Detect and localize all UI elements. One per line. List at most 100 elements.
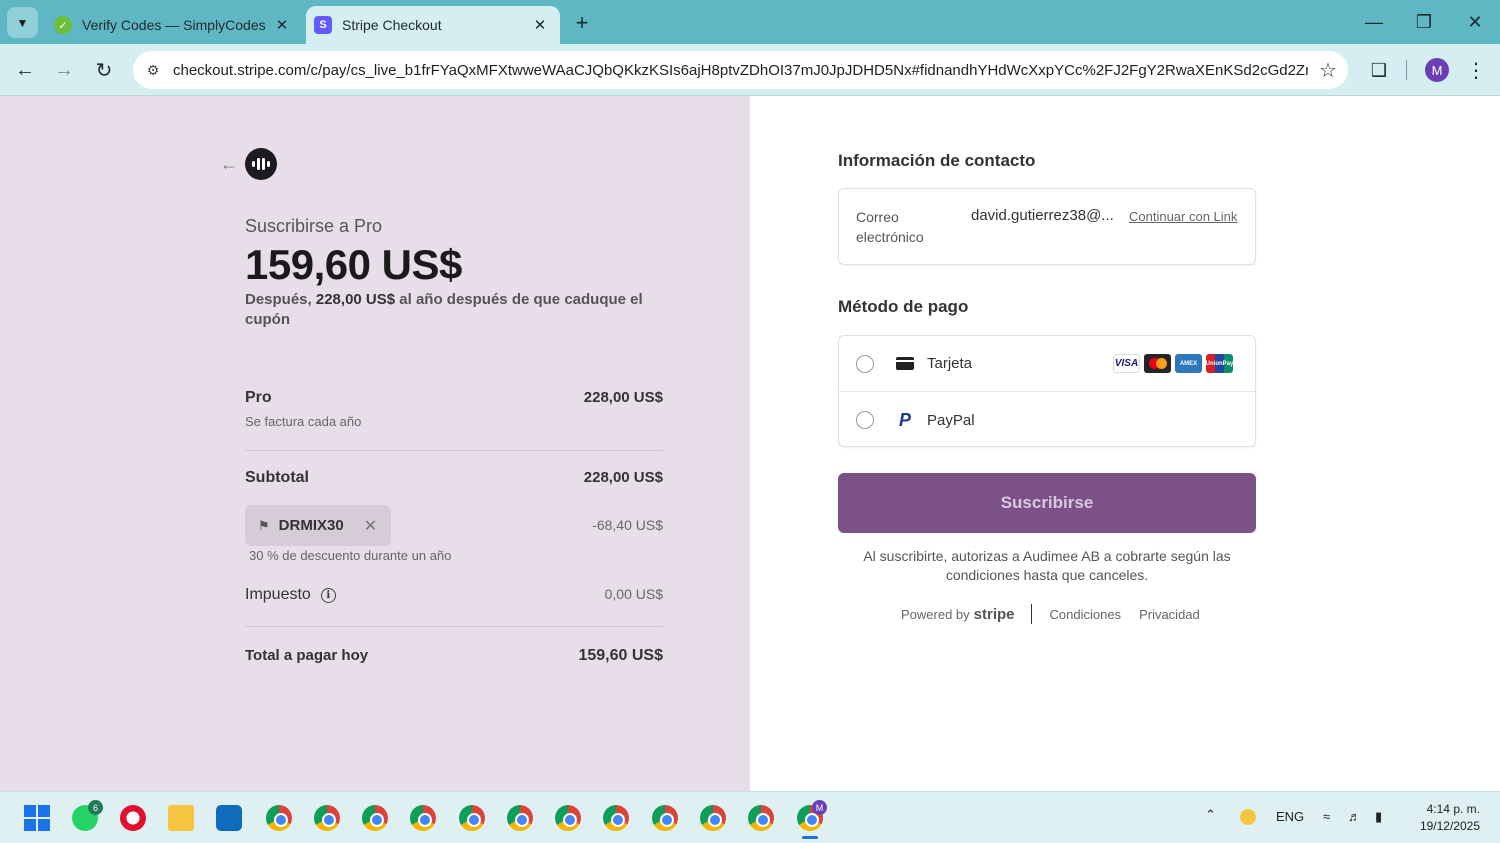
mastercard-logo-icon xyxy=(1144,354,1171,373)
extensions-icon[interactable]: ❑ xyxy=(1366,56,1392,84)
tray-chevron-up-icon[interactable]: ⌃ xyxy=(1205,807,1216,823)
coupon-description: 30 % de descuento durante un año xyxy=(249,548,452,563)
outlook-icon[interactable] xyxy=(216,805,242,831)
price-after-coupon: Después, 228,00 US$ al año después de qu… xyxy=(245,290,645,330)
menu-kebab-icon[interactable]: ⋮ xyxy=(1464,56,1488,84)
battery-icon[interactable]: ▮ xyxy=(1375,809,1382,825)
coupon-description-row: 30 % de descuento durante un año xyxy=(249,548,667,563)
chrome-profile-icon[interactable] xyxy=(748,805,774,831)
tab-strip: ▼ ✓ Verify Codes — SimplyCodes ✕ S Strip… xyxy=(0,0,1500,44)
today-price: 159,60 US$ xyxy=(245,241,462,288)
restore-button[interactable]: ❐ xyxy=(1409,8,1439,36)
powered-by-label: Powered by xyxy=(901,606,970,622)
tax-label-wrap: Impuesto i xyxy=(245,586,336,604)
payment-option-card[interactable]: Tarjeta VISA AMEX UnionPay xyxy=(839,336,1255,392)
total-row: Total a pagar hoy 159,60 US$ xyxy=(245,647,663,665)
line-item-billing-row: Se factura cada año xyxy=(245,414,663,429)
back-button[interactable]: ← xyxy=(11,56,39,84)
tab-stripe-checkout[interactable]: S Stripe Checkout ✕ xyxy=(306,6,560,44)
info-icon[interactable]: i xyxy=(320,588,336,603)
tab-search-button[interactable]: ▼ xyxy=(7,7,38,38)
merchant-logo-icon xyxy=(245,148,277,180)
card-icon xyxy=(895,357,915,370)
back-arrow-icon[interactable]: ← xyxy=(220,154,238,175)
chrome-profile-icon[interactable] xyxy=(700,805,726,831)
bookmark-star-icon[interactable]: ☆ xyxy=(1308,58,1348,83)
payment-option-paypal[interactable]: P PayPal xyxy=(839,392,1255,448)
billing-frequency: Se factura cada año xyxy=(245,414,362,429)
subscribe-button[interactable]: Suscribirse xyxy=(838,473,1256,533)
close-icon[interactable]: ✕ xyxy=(272,15,292,35)
simplycodes-favicon-icon: ✓ xyxy=(54,16,72,34)
email-field[interactable]: david.gutierrez38@... xyxy=(971,207,1114,224)
divider xyxy=(245,450,663,451)
terms-link[interactable]: Condiciones xyxy=(1050,607,1122,622)
card-label: Tarjeta xyxy=(927,355,973,372)
taskbar: 6 M ⌃ ENG ≈ ♬ ▮ 4:14 p. m. 19/12/2025 xyxy=(0,791,1500,843)
line-item-row: Pro 228,00 US$ xyxy=(245,389,663,407)
subtotal-label: Subtotal xyxy=(245,469,309,486)
address-bar[interactable]: ⚙ checkout.stripe.com/c/pay/cs_live_b1fr… xyxy=(133,51,1348,89)
chrome-profile-icon[interactable] xyxy=(459,805,485,831)
email-label: Correo electrónico xyxy=(856,209,924,245)
tax-label: Impuesto xyxy=(245,586,311,603)
tab-verify-codes[interactable]: ✓ Verify Codes — SimplyCodes ✕ xyxy=(44,6,302,44)
visa-logo-icon: VISA xyxy=(1113,354,1140,373)
payment-method-list: Tarjeta VISA AMEX UnionPay P PayPal xyxy=(838,335,1256,447)
stripe-favicon-icon: S xyxy=(314,16,332,34)
volume-icon[interactable]: ♬ xyxy=(1348,809,1361,824)
after-prefix: Después, xyxy=(245,291,316,308)
opera-icon[interactable] xyxy=(120,805,146,831)
stripe-footer: Powered by stripe Condiciones Privacidad xyxy=(901,604,1218,624)
close-window-button[interactable]: ✕ xyxy=(1460,8,1490,36)
close-icon[interactable]: ✕ xyxy=(530,15,550,35)
url-text[interactable]: checkout.stripe.com/c/pay/cs_live_b1frFY… xyxy=(173,62,1308,79)
footer-divider xyxy=(1030,604,1032,624)
chrome-profile-icon[interactable] xyxy=(652,805,678,831)
chrome-profile-icon[interactable] xyxy=(410,805,436,831)
chrome-profile-icon[interactable] xyxy=(266,805,292,831)
payment-method-heading: Método de pago xyxy=(838,297,969,316)
amex-logo-icon: AMEX xyxy=(1175,354,1202,373)
legal-text: Al suscribirte, autorizas a Audimee AB a… xyxy=(863,548,1231,583)
minimize-button[interactable]: — xyxy=(1359,8,1389,36)
continue-with-link[interactable]: Continuar con Link xyxy=(1129,209,1237,224)
tray-app-icon[interactable] xyxy=(1240,809,1256,825)
clock-date: 19/12/2025 xyxy=(1419,819,1480,833)
windows-start-icon[interactable] xyxy=(24,805,50,831)
privacy-link[interactable]: Privacidad xyxy=(1139,607,1200,622)
subtotal-row: Subtotal 228,00 US$ xyxy=(245,469,663,487)
chrome-profile-icon[interactable] xyxy=(314,805,340,831)
discount-row: -68,40 US$ xyxy=(245,517,663,533)
chrome-profile-icon[interactable] xyxy=(507,805,533,831)
order-summary-panel: ← Suscribirse a Pro 159,60 US$ Después, … xyxy=(0,96,750,791)
whatsapp-badge: 6 xyxy=(88,800,103,815)
subscribe-heading: Suscribirse a Pro xyxy=(245,216,383,236)
paypal-radio[interactable] xyxy=(856,411,874,429)
new-tab-button[interactable]: + xyxy=(568,10,596,35)
browser-toolbar: ← → ↻ ⚙ checkout.stripe.com/c/pay/cs_liv… xyxy=(0,44,1500,96)
total-value: 159,60 US$ xyxy=(578,647,663,664)
paypal-icon: P xyxy=(898,409,911,430)
paypal-label: PayPal xyxy=(927,411,975,429)
total-label: Total a pagar hoy xyxy=(245,647,369,664)
chrome-profile-icon[interactable] xyxy=(603,805,629,831)
discount-value: -68,40 US$ xyxy=(592,517,663,533)
language-indicator[interactable]: ENG xyxy=(1276,809,1304,824)
stripe-logo[interactable]: stripe xyxy=(974,606,1015,623)
clock[interactable]: 4:14 p. m. 19/12/2025 xyxy=(1404,801,1480,835)
file-explorer-icon[interactable] xyxy=(168,805,194,831)
forward-button[interactable]: → xyxy=(50,56,78,84)
chrome-profile-icon[interactable] xyxy=(362,805,388,831)
site-info-icon[interactable]: ⚙ xyxy=(133,62,173,79)
wifi-icon[interactable]: ≈ xyxy=(1323,809,1330,824)
card-radio[interactable] xyxy=(856,354,874,373)
toolbar-divider xyxy=(1406,60,1407,80)
chrome-profile-icon[interactable] xyxy=(555,805,581,831)
profile-avatar[interactable]: M xyxy=(1425,58,1449,82)
subtotal-value: 228,00 US$ xyxy=(583,469,663,486)
after-amount: 228,00 US$ xyxy=(315,291,396,308)
chevron-down-icon: ▼ xyxy=(16,15,29,30)
reload-button[interactable]: ↻ xyxy=(90,56,118,84)
line-item-price: 228,00 US$ xyxy=(583,389,663,406)
